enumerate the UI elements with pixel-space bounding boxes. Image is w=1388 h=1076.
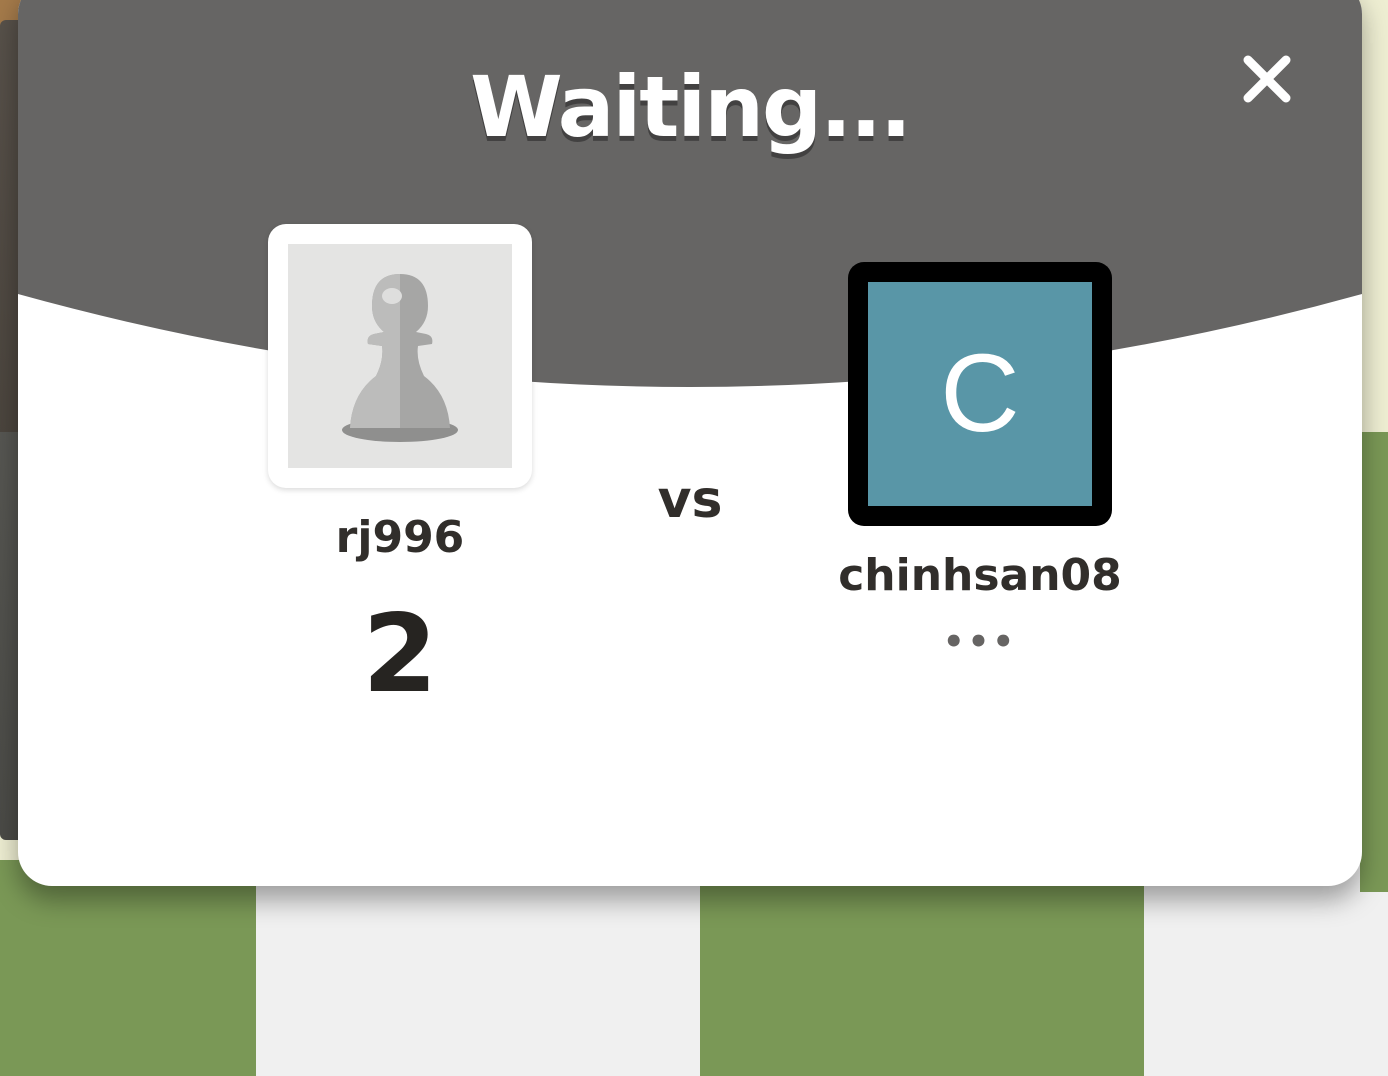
avatar-initial: C [868,282,1092,506]
waiting-modal: Waiting... rj996 2 vs C chinhsan08 ••• [18,0,1362,886]
close-button[interactable] [1236,48,1298,110]
pending-indicator: ••• [942,622,1018,662]
avatar [288,244,512,468]
game-screen: Waiting... rj996 2 vs C chinhsan08 ••• [0,0,1388,1076]
vs-label: vs [657,470,723,530]
board-square [1360,432,1388,892]
board-square [0,860,256,1076]
player-score: 2 [362,592,438,717]
player-avatar-left[interactable] [268,224,532,488]
player-username-left[interactable]: rj996 [250,512,550,563]
player-avatar-right[interactable]: C [848,262,1112,526]
pawn-icon [342,274,458,442]
modal-title: Waiting... [470,58,912,156]
player-username-right[interactable]: chinhsan08 [830,550,1130,601]
close-icon [1243,55,1291,103]
